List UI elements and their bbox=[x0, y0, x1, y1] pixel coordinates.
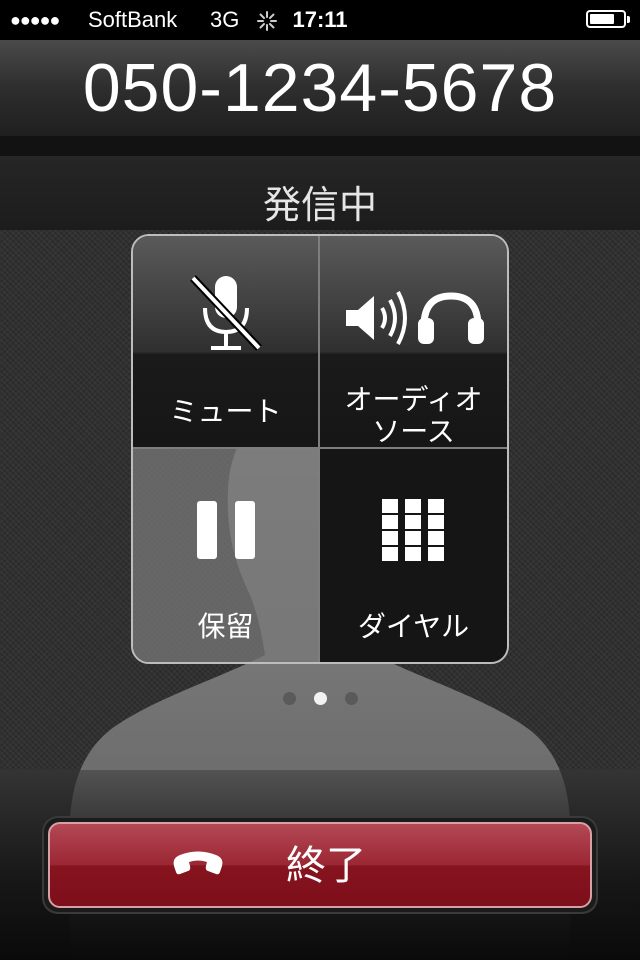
page-dot[interactable] bbox=[282, 692, 296, 705]
audio-source-label-line2: ソース bbox=[372, 415, 455, 448]
call-header: 050-1234-5678 bbox=[0, 40, 640, 137]
keypad-button[interactable]: ダイヤル bbox=[320, 449, 507, 662]
mute-button[interactable]: ミュート bbox=[133, 236, 320, 449]
end-call-label: 終了 bbox=[286, 843, 366, 889]
pause-icon bbox=[197, 501, 255, 559]
audio-source-button[interactable]: オーディオ ソース bbox=[320, 236, 507, 449]
audio-source-label-line1: オーディオ bbox=[344, 383, 483, 416]
keypad-label: ダイヤル bbox=[357, 610, 470, 643]
phone-number: 050-1234-5678 bbox=[82, 50, 558, 126]
call-status-band: 発信中 bbox=[0, 156, 640, 230]
battery-icon bbox=[586, 10, 630, 28]
status-bar: ●●●●● SoftBank 3G 17:11 bbox=[0, 0, 640, 40]
divider bbox=[0, 136, 640, 156]
keypad-grid-icon bbox=[382, 499, 444, 561]
microphone-muted-icon bbox=[190, 275, 262, 351]
headphones-icon bbox=[418, 292, 484, 344]
hold-button[interactable]: 保留 bbox=[133, 449, 320, 662]
page-indicator[interactable] bbox=[0, 692, 640, 710]
hold-label: 保留 bbox=[197, 610, 254, 643]
page-dot-active[interactable] bbox=[313, 692, 327, 705]
call-controls-panel: ミュート オーディオ ソース 保留 ダイヤル bbox=[131, 234, 509, 664]
call-status: 発信中 bbox=[262, 185, 377, 227]
mute-label: ミュート bbox=[169, 395, 282, 428]
speaker-icon bbox=[346, 291, 407, 345]
hang-up-phone-icon bbox=[173, 851, 223, 875]
end-call-button[interactable]: 終了 bbox=[48, 822, 592, 908]
page-dot[interactable] bbox=[344, 692, 358, 705]
audio-source-label: オーディオ ソース bbox=[320, 384, 507, 448]
status-time: 17:11 bbox=[292, 7, 348, 32]
